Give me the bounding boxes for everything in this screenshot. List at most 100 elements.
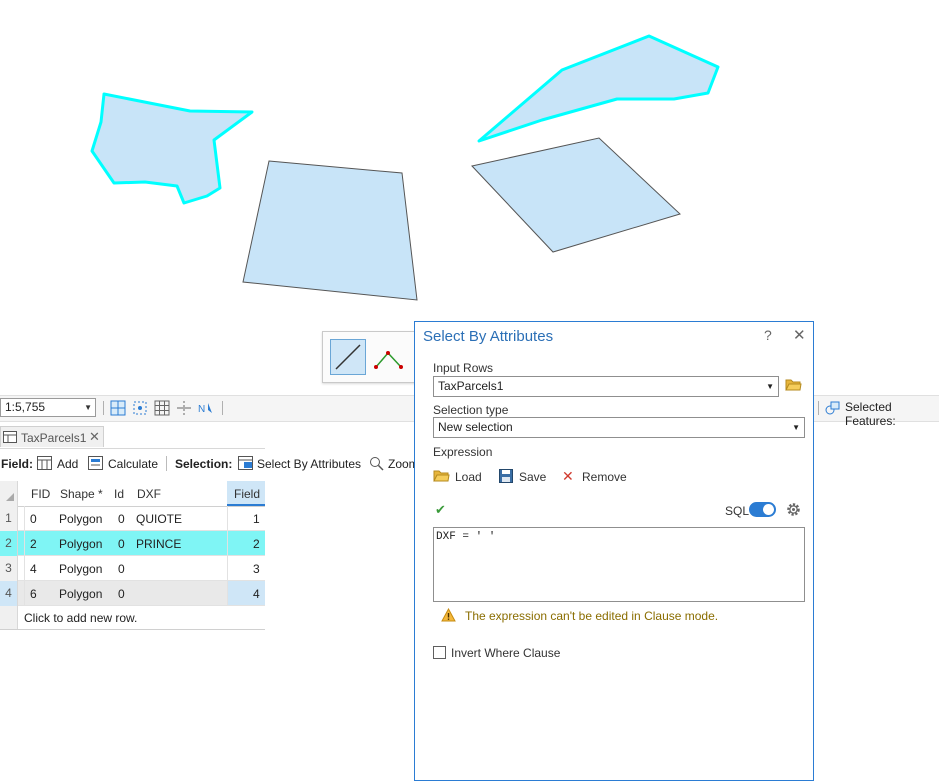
- cell-field[interactable]: 2: [253, 537, 260, 551]
- add-row-label: Click to add new row.: [24, 611, 138, 625]
- table-row[interactable]: 3: [0, 556, 265, 581]
- snapping-icon[interactable]: [132, 400, 148, 416]
- column-header-field[interactable]: Field: [234, 487, 260, 501]
- selection-label: Selection:: [175, 457, 233, 471]
- cell-field[interactable]: 4: [253, 587, 260, 601]
- row-number[interactable]: 3: [0, 556, 18, 581]
- table-row[interactable]: 1: [0, 506, 265, 531]
- browse-folder-icon[interactable]: [785, 378, 802, 392]
- close-icon[interactable]: ✕: [89, 429, 100, 445]
- cell-shape[interactable]: Polygon: [59, 587, 102, 601]
- sql-expression-editor[interactable]: DXF = ' ': [433, 527, 805, 602]
- cell-id[interactable]: 0: [118, 587, 125, 601]
- row-header: [0, 606, 18, 629]
- cell-shape[interactable]: Polygon: [59, 562, 102, 576]
- separator: [103, 401, 104, 415]
- tab-label: TaxParcels1: [21, 431, 87, 445]
- input-rows-value: TaxParcels1: [438, 379, 504, 393]
- selected-features-label[interactable]: Selected Features:: [845, 400, 939, 428]
- column-divider: [24, 506, 25, 606]
- line-icon: [335, 344, 361, 370]
- dialog-title: Select By Attributes: [423, 328, 554, 345]
- constraints-icon[interactable]: [176, 400, 192, 416]
- scale-combo[interactable]: 1:5,755 ▼: [0, 398, 96, 417]
- column-header-shape[interactable]: Shape *: [60, 487, 103, 501]
- cell-id[interactable]: 0: [118, 537, 125, 551]
- sql-label: SQL: [725, 504, 750, 518]
- zoom-to-icon: [369, 456, 385, 471]
- cell-fid[interactable]: 0: [30, 512, 37, 526]
- tab-taxparcels1[interactable]: TaxParcels1 ✕: [0, 426, 104, 447]
- cell-id[interactable]: 0: [118, 562, 125, 576]
- expression-label: Expression: [433, 445, 493, 459]
- grid-snap-icon[interactable]: [110, 400, 126, 416]
- field-label: Field:: [1, 457, 33, 471]
- sql-expression-text: DXF = ' ': [436, 531, 496, 543]
- cell-dxf[interactable]: QUIOTE: [136, 512, 182, 526]
- calculate-icon: [88, 456, 104, 471]
- parcel-east[interactable]: [471, 137, 681, 253]
- select-all-corner[interactable]: [0, 481, 18, 506]
- selection-type-label: Selection type: [433, 403, 509, 417]
- cell-shape[interactable]: Polygon: [59, 512, 102, 526]
- table-row-active[interactable]: 4: [0, 581, 265, 606]
- column-header-fid[interactable]: FID: [31, 487, 50, 501]
- save-button[interactable]: Save: [519, 470, 546, 484]
- calculate-field-button[interactable]: Calculate: [108, 457, 158, 471]
- table-icon: [3, 431, 17, 443]
- help-button[interactable]: ?: [764, 327, 772, 343]
- invert-where-clause-checkbox[interactable]: [433, 646, 446, 659]
- column-divider: [227, 506, 228, 606]
- line-tool-button[interactable]: [330, 339, 366, 375]
- edit-mini-toolbar: [322, 331, 424, 383]
- load-folder-icon: [433, 469, 450, 483]
- cell-field[interactable]: 3: [253, 562, 260, 576]
- input-rows-select[interactable]: TaxParcels1 ▼: [433, 376, 779, 397]
- cell-field[interactable]: 1: [253, 512, 260, 526]
- checkmark-icon: ✔: [435, 502, 446, 517]
- select-by-attributes-button[interactable]: Select By Attributes: [257, 457, 361, 471]
- warning-message: The expression can't be edited in Clause…: [465, 609, 719, 623]
- remove-x-icon: ✕: [562, 468, 574, 484]
- chevron-down-icon: ▼: [792, 423, 800, 432]
- chevron-down-icon: ▼: [84, 403, 92, 412]
- cell-shape[interactable]: Polygon: [59, 537, 102, 551]
- select-by-attributes-dialog: Select By Attributes ? ✕ Input Rows TaxP…: [414, 321, 814, 781]
- sql-toggle[interactable]: [749, 502, 776, 517]
- svg-text:N: N: [198, 404, 205, 415]
- selection-type-value: New selection: [438, 420, 513, 434]
- cell-fid[interactable]: 4: [30, 562, 37, 576]
- table-row-selected[interactable]: 2: [0, 531, 265, 556]
- row-number[interactable]: 1: [0, 506, 18, 531]
- cell-dxf[interactable]: PRINCE: [136, 537, 181, 551]
- separator: [818, 401, 819, 415]
- cell-fid[interactable]: 2: [30, 537, 37, 551]
- close-button[interactable]: ✕: [793, 326, 806, 344]
- parcel-west[interactable]: [90, 92, 254, 205]
- remove-button[interactable]: Remove: [582, 470, 627, 484]
- column-header-id[interactable]: Id: [114, 487, 124, 501]
- add-field-button[interactable]: Add: [57, 457, 78, 471]
- table-tab-strip: TaxParcels1 ✕: [0, 426, 265, 449]
- warning-icon: [441, 608, 456, 622]
- invert-where-clause-label[interactable]: Invert Where Clause: [451, 646, 560, 660]
- add-new-row[interactable]: Click to add new row.: [0, 606, 265, 630]
- grid-icon[interactable]: [154, 400, 170, 416]
- selection-type-select[interactable]: New selection ▼: [433, 417, 805, 438]
- add-field-icon: [37, 456, 53, 471]
- north-arrow-icon[interactable]: N: [198, 400, 214, 416]
- parcel-northeast[interactable]: [477, 34, 720, 143]
- corner-triangle-icon: [6, 493, 14, 501]
- parcel-center[interactable]: [242, 160, 418, 301]
- table-toolbar: Field: Add Calculate Selection: Select B…: [0, 453, 420, 475]
- column-header-dxf[interactable]: DXF: [137, 487, 161, 501]
- cell-fid[interactable]: 6: [30, 587, 37, 601]
- row-number[interactable]: 2: [0, 531, 18, 556]
- load-button[interactable]: Load: [455, 470, 482, 484]
- gear-icon[interactable]: [785, 501, 802, 518]
- input-rows-label: Input Rows: [433, 361, 494, 375]
- map-view[interactable]: [0, 0, 939, 320]
- vertices-tool-button[interactable]: [371, 339, 405, 373]
- cell-id[interactable]: 0: [118, 512, 125, 526]
- row-number[interactable]: 4: [0, 581, 18, 606]
